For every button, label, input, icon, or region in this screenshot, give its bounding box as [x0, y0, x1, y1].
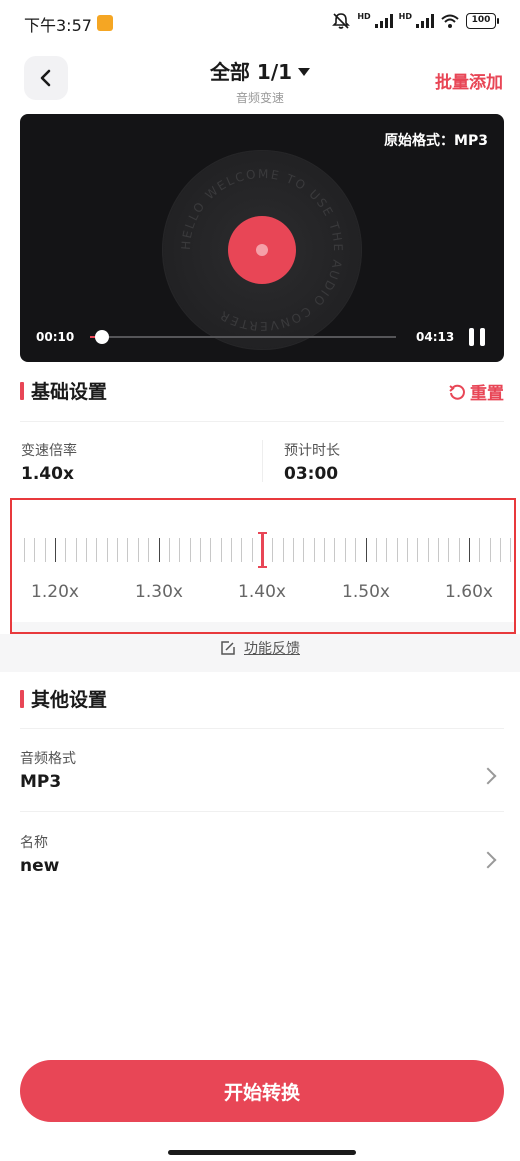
speed-value: 1.40x [21, 464, 74, 484]
name-label: 名称 [20, 835, 48, 851]
reset-button[interactable]: 重置 [448, 379, 504, 404]
reset-icon [449, 384, 465, 400]
vinyl-disc: HELLO WELCOME TO USE THE AUDIO CONVERTER [162, 150, 362, 350]
back-button[interactable] [24, 56, 68, 100]
duration-label: 预计时长 [284, 443, 340, 459]
current-time: 00:10 [36, 330, 75, 344]
app-notification-icon [97, 15, 113, 31]
other-settings-header: 其他设置 [20, 685, 504, 715]
hd-badge: HD [357, 12, 371, 21]
name-value: new [20, 856, 60, 876]
page-subtitle: 音频变速 [235, 91, 284, 105]
page-title: 全部 1/1 [209, 60, 293, 84]
status-time: 下午3:57 [24, 16, 92, 35]
divider [20, 811, 504, 812]
signal-icon-2 [416, 14, 434, 28]
duration-value: 03:00 [284, 464, 339, 484]
home-indicator [168, 1150, 356, 1155]
chevron-right-icon [479, 767, 497, 785]
speed-label: 变速倍率 [21, 443, 77, 459]
title-dropdown[interactable]: 全部 1/1 音频变速 [160, 56, 360, 106]
basic-settings-header: 基础设置 重置 [20, 377, 504, 407]
name-row[interactable]: 名称 new [20, 832, 504, 904]
caret-down-icon [298, 68, 311, 76]
edit-icon [221, 641, 235, 655]
audio-player: 原始格式：MP3 HELLO WELCOME TO USE THE AUDIO … [20, 114, 504, 362]
pause-icon-bar [480, 328, 485, 346]
total-time: 04:13 [416, 330, 455, 344]
status-bar: 下午3:57 HD HD 100 [0, 0, 520, 46]
feedback-label: 功能反馈 [244, 641, 300, 657]
batch-add-button[interactable]: 批量添加 [435, 68, 503, 93]
status-icons: HD HD 100 [331, 12, 499, 30]
hd-badge-2: HD [398, 12, 412, 21]
header: 全部 1/1 音频变速 批量添加 [0, 50, 520, 110]
signal-icon [374, 14, 393, 28]
highlight-box [10, 498, 516, 634]
basic-settings-title: 基础设置 [31, 381, 108, 403]
audio-format-row[interactable]: 音频格式 MP3 [20, 748, 504, 820]
battery-icon: 100 [466, 13, 499, 29]
audio-format-value: MP3 [20, 772, 62, 792]
chevron-left-icon [40, 69, 51, 87]
mute-icon [332, 13, 351, 29]
vinyl-label [228, 216, 296, 284]
stat-separator [262, 440, 263, 482]
divider [20, 728, 504, 729]
wifi-icon [441, 14, 459, 28]
other-settings-title: 其他设置 [31, 689, 108, 711]
pause-icon [469, 328, 474, 346]
pause-button[interactable] [466, 326, 488, 348]
section-accent-bar [20, 382, 24, 400]
vinyl-hole [256, 244, 268, 256]
feedback-link[interactable]: 功能反馈 [0, 638, 520, 658]
audio-format-label: 音频格式 [20, 751, 76, 767]
original-format-label: 原始格式：MP3 [384, 133, 488, 149]
chevron-right-icon [479, 851, 497, 869]
reset-label: 重置 [470, 384, 504, 404]
progress-thumb[interactable] [95, 330, 110, 344]
section-accent-bar [20, 690, 24, 708]
progress-slider[interactable] [90, 330, 396, 344]
start-convert-button[interactable]: 开始转换 [20, 1060, 504, 1122]
divider [20, 421, 504, 422]
